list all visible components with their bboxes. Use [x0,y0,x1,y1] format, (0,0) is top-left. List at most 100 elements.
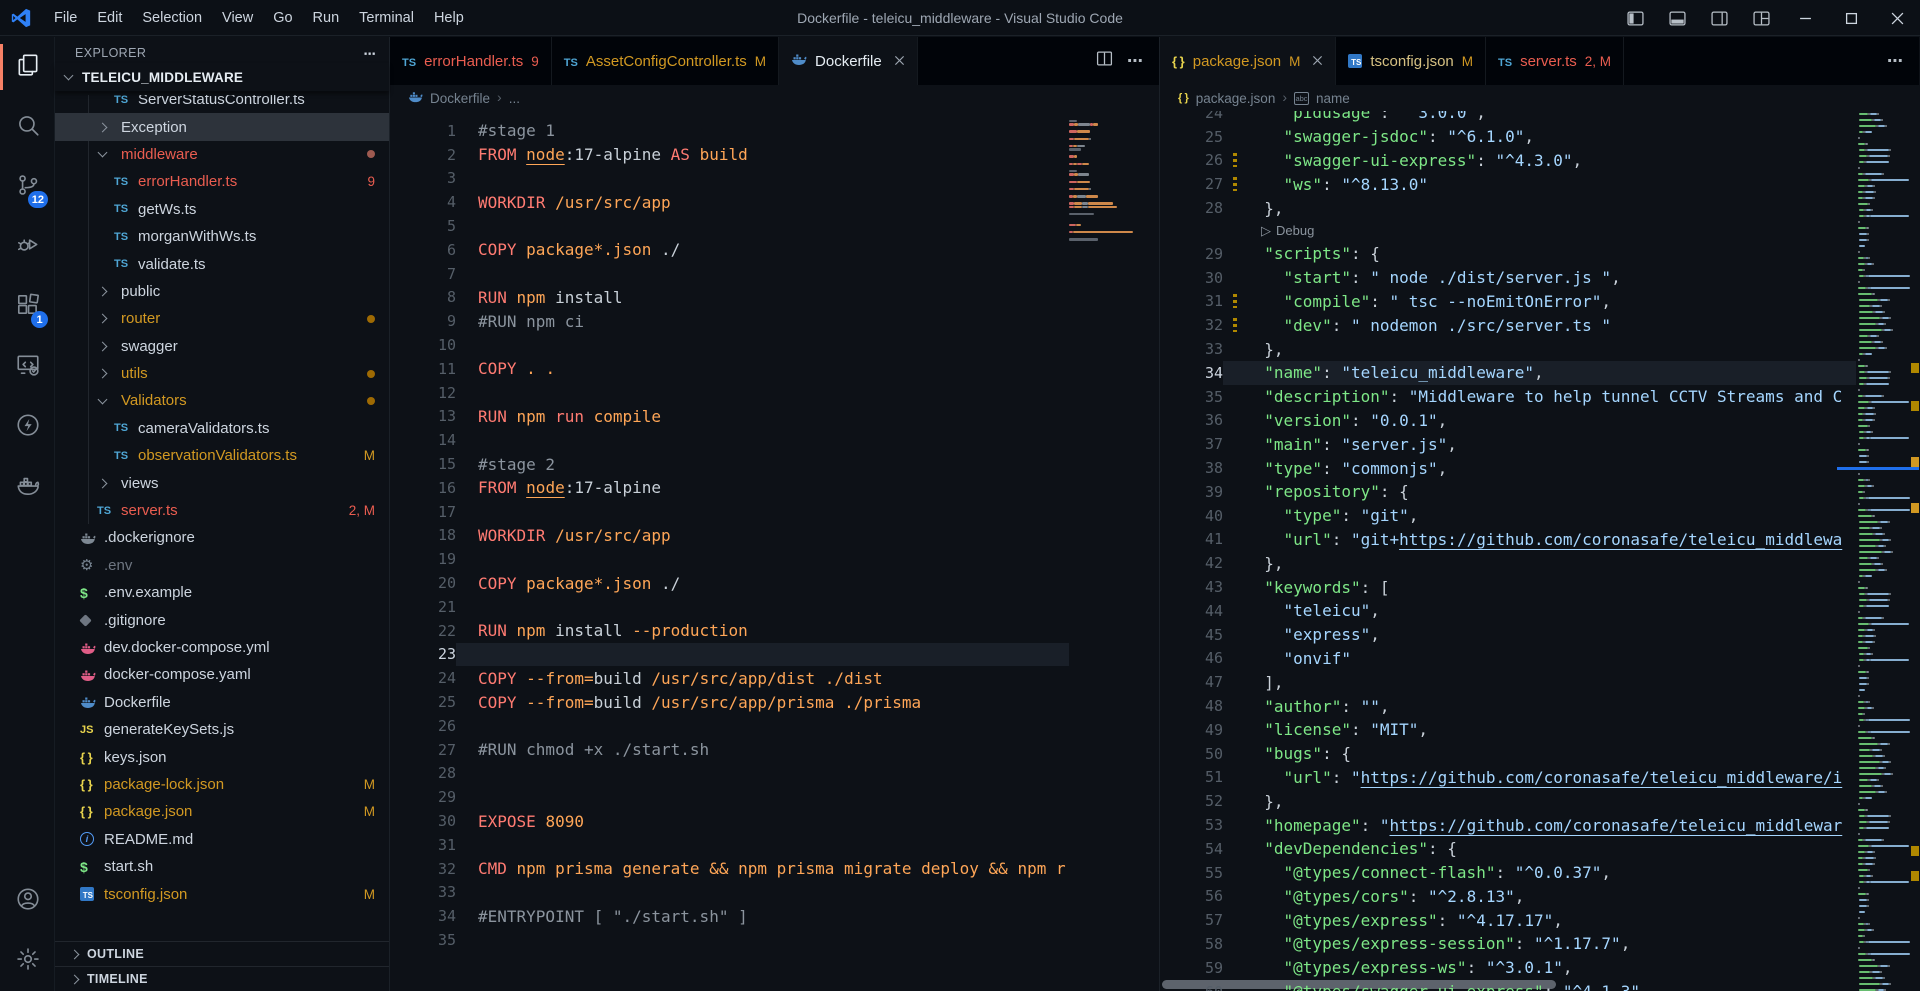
code-line-28[interactable]: 28 }, [1160,196,1856,220]
code-line-10[interactable]: 10 [390,333,1069,357]
menu-go[interactable]: Go [263,5,302,31]
tree-item-.env[interactable]: ⚙.env [55,552,389,579]
code-line-34[interactable]: 34 "name": "teleicu_middleware", [1160,361,1856,385]
outline-section[interactable]: OUTLINE [55,941,389,966]
close-tab-icon[interactable] [1312,53,1323,70]
minimap-package-json[interactable] [1856,111,1911,991]
activity-search[interactable] [0,97,55,157]
menu-edit[interactable]: Edit [87,5,132,31]
tree-item-tsconfig.json[interactable]: TStsconfig.jsonM [55,880,389,907]
code-line-32[interactable]: 32CMD npm prisma generate && npm prisma … [390,857,1069,881]
tree-item-getWs.ts[interactable]: TSgetWs.ts [55,196,389,223]
code-line-49[interactable]: 49 "license": "MIT", [1160,718,1856,742]
code-line-7[interactable]: 7 [390,262,1069,286]
code-line-40[interactable]: 40 "type": "git", [1160,504,1856,528]
customize-layout-icon[interactable] [1740,0,1782,36]
tree-item-Validators[interactable]: Validators [55,387,389,414]
close-tab-icon[interactable] [894,53,905,70]
code-line-1[interactable]: 1#stage 1 [390,119,1069,143]
code-line-57[interactable]: 57 "@types/express": "^4.17.17", [1160,908,1856,932]
code-line-17[interactable]: 17 [390,500,1069,524]
tree-item-public[interactable]: public [55,278,389,305]
tree-item-validate.ts[interactable]: TSvalidate.ts [55,250,389,277]
code-line-31[interactable]: 31 [390,833,1069,857]
activity-remote-explorer[interactable] [0,337,55,397]
code-line-2[interactable]: 2FROM node:17-alpine AS build [390,143,1069,167]
code-line-19[interactable]: 19 [390,547,1069,571]
tree-item-observationValidators.ts[interactable]: TSobservationValidators.tsM [55,442,389,469]
toggle-panel-icon[interactable] [1656,0,1698,36]
code-line-44[interactable]: 44 "teleicu", [1160,599,1856,623]
code-line-21[interactable]: 21 [390,595,1069,619]
code-line-42[interactable]: 42 }, [1160,551,1856,575]
code-line-22[interactable]: 22RUN npm install --production [390,619,1069,643]
tree-item-package-lock.json[interactable]: { }package-lock.jsonM [55,771,389,798]
code-line-33[interactable]: 33 [390,881,1069,905]
activity-docker[interactable] [0,457,55,517]
menu-run[interactable]: Run [303,5,350,31]
code-line-18[interactable]: 18WORKDIR /usr/src/app [390,524,1069,548]
code-line-48[interactable]: 48 "author": "", [1160,694,1856,718]
code-line-54[interactable]: 54 "devDependencies": { [1160,837,1856,861]
tab-tsconfig.json[interactable]: TStsconfig.jsonM [1336,37,1486,85]
code-line-50[interactable]: 50 "bugs": { [1160,742,1856,766]
code-line-43[interactable]: 43 "keywords": [ [1160,575,1856,599]
tree-item-middleware[interactable]: middleware [55,141,389,168]
code-line-51[interactable]: 51 "url": "https://github.com/coronasafe… [1160,766,1856,790]
tree-item-Exception[interactable]: Exception [55,113,389,140]
code-line-29[interactable]: 29 [390,785,1069,809]
tree-item-dev.docker-compose.yml[interactable]: dev.docker-compose.yml [55,634,389,661]
code-line-59[interactable]: 59 "@types/express-ws": "^3.0.1", [1160,956,1856,980]
code-line-46[interactable]: 46 "onvif" [1160,647,1856,671]
tab-server.ts[interactable]: TSserver.ts2, M [1486,37,1624,85]
code-line-31[interactable]: 31 "compile": " tsc --noEmitOnError", [1160,290,1856,314]
code-line-53[interactable]: 53 "homepage": "https://github.com/coron… [1160,813,1856,837]
tree-item-swagger[interactable]: swagger [55,333,389,360]
code-line-29[interactable]: 29 "scripts": { [1160,242,1856,266]
code-line-16[interactable]: 16FROM node:17-alpine [390,476,1069,500]
code-line-39[interactable]: 39 "repository": { [1160,480,1856,504]
minimap-dockerfile[interactable] [1069,111,1139,991]
code-line-27[interactable]: 27 "ws": "^8.13.0" [1160,172,1856,196]
tree-item-server.ts[interactable]: TSserver.ts2, M [55,497,389,524]
toggle-sidebar-icon[interactable] [1614,0,1656,36]
code-line-30[interactable]: 30 "start": " node ./dist/server.js ", [1160,266,1856,290]
code-line-13[interactable]: 13RUN npm run compile [390,405,1069,429]
code-line-8[interactable]: 8RUN npm install [390,286,1069,310]
code-line-3[interactable]: 3 [390,167,1069,191]
tree-item-utils[interactable]: utils [55,360,389,387]
explorer-more-actions-icon[interactable]: ⋯ [364,46,378,61]
code-line-14[interactable]: 14 [390,428,1069,452]
tree-item-.dockerignore[interactable]: .dockerignore [55,524,389,551]
tree-item-docker-compose.yaml[interactable]: docker-compose.yaml [55,661,389,688]
code-line-32[interactable]: 32 "dev": " nodemon ./src/server.ts " [1160,313,1856,337]
code-line-52[interactable]: 52 }, [1160,789,1856,813]
tree-item-morganWithWs.ts[interactable]: TSmorganWithWs.ts [55,223,389,250]
code-line-47[interactable]: 47 ], [1160,670,1856,694]
tree-item-router[interactable]: router [55,305,389,332]
code-line-55[interactable]: 55 "@types/connect-flash": "^0.0.37", [1160,861,1856,885]
code-line-60[interactable]: 60 "@types/swagger-ui-express": "^4.1.3"… [1160,980,1856,991]
dockerfile-editor[interactable]: 1#stage 12FROM node:17-alpine AS build34… [390,111,1159,991]
code-line-9[interactable]: 9#RUN npm ci [390,309,1069,333]
tab-errorHandler.ts[interactable]: TSerrorHandler.ts9 [390,37,552,85]
close-window-button[interactable] [1874,0,1920,36]
code-line-15[interactable]: 15#stage 2 [390,452,1069,476]
code-line-27[interactable]: 27#RUN chmod +x ./start.sh [390,738,1069,762]
tree-item-Dockerfile[interactable]: Dockerfile [55,689,389,716]
tree-item-package.json[interactable]: { }package.jsonM [55,798,389,825]
activity-source-control[interactable]: 12 [0,157,55,217]
tree-item-views[interactable]: views [55,469,389,496]
tab-AssetConfigController.ts[interactable]: TSAssetConfigController.tsM [552,37,779,85]
tree-item-.gitignore[interactable]: .gitignore [55,606,389,633]
code-line-33[interactable]: 33 }, [1160,337,1856,361]
menu-help[interactable]: Help [424,5,474,31]
breadcrumb-dockerfile[interactable]: Dockerfile › ... [390,85,1159,111]
code-line-56[interactable]: 56 "@types/cors": "^2.8.13", [1160,885,1856,909]
code-line-24[interactable]: 24 "pidusage": "^3.0.0", [1160,111,1856,125]
activity-thunder-client[interactable] [0,397,55,457]
code-line-45[interactable]: 45 "express", [1160,623,1856,647]
code-line-26[interactable]: 26 [390,714,1069,738]
code-line-35[interactable]: 35 "description": "Middleware to help tu… [1160,385,1856,409]
code-line-41[interactable]: 41 "url": "git+https://github.com/corona… [1160,528,1856,552]
